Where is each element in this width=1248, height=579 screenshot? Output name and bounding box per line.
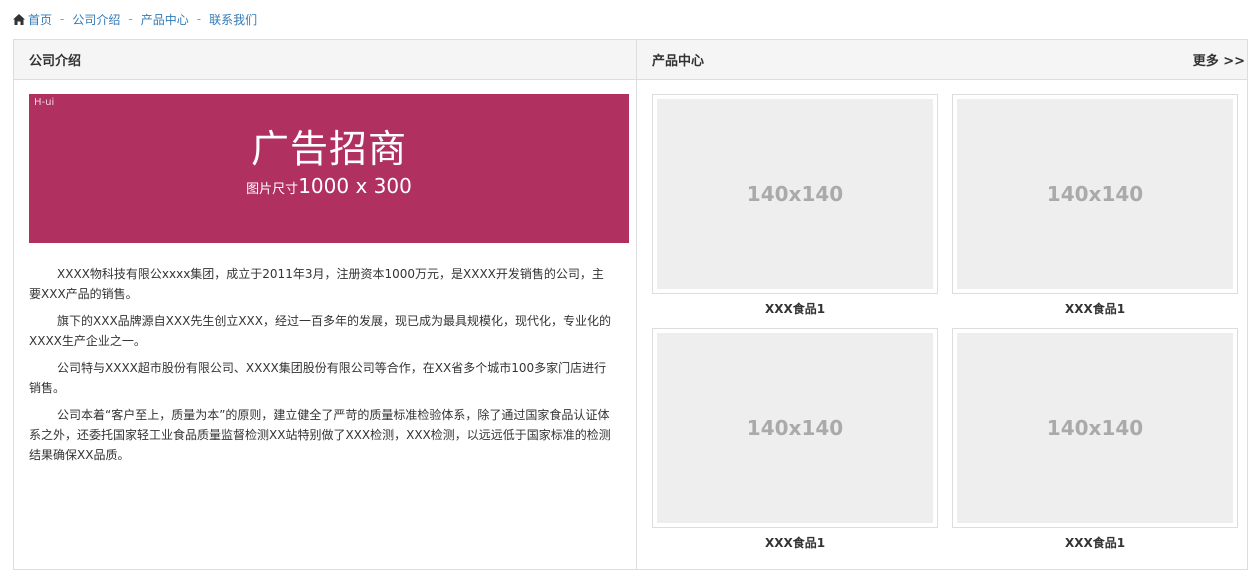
- product-name[interactable]: XXX食品1: [952, 300, 1238, 317]
- product-image[interactable]: 140x140: [652, 328, 938, 528]
- product-name[interactable]: XXX食品1: [952, 534, 1238, 551]
- product-name[interactable]: XXX食品1: [652, 300, 938, 317]
- about-paragraph: 旗下的XXX品牌源自XXX先生创立XXX，经过一百多年的发展，现已成为最具规模化…: [29, 314, 611, 348]
- image-placeholder: 140x140: [957, 333, 1233, 523]
- breadcrumb-contact-link[interactable]: 联系我们: [209, 11, 257, 28]
- home-icon: [13, 13, 25, 25]
- breadcrumb-about-link[interactable]: 公司介绍: [72, 11, 120, 28]
- image-placeholder: 140x140: [957, 99, 1233, 289]
- banner-size: 图片尺寸1000 x 300: [29, 174, 629, 202]
- products-panel-header: 产品中心 更多 >>: [637, 40, 1247, 80]
- product-card[interactable]: 140x140 XXX食品1: [952, 94, 1238, 317]
- breadcrumb-separator: -: [60, 12, 65, 26]
- product-card[interactable]: 140x140 XXX食品1: [952, 328, 1238, 551]
- product-card[interactable]: 140x140 XXX食品1: [652, 94, 938, 317]
- products-panel-title: 产品中心: [652, 54, 705, 69]
- about-paragraph: 公司特与XXXX超市股份有限公司、XXXX集团股份有限公司等合作，在XX省多个城…: [29, 361, 607, 395]
- banner-size-label: 图片尺寸: [246, 182, 299, 197]
- about-panel-header: 公司介绍: [14, 40, 636, 80]
- about-panel: 公司介绍 H-ui 广告招商 图片尺寸1000 x 300 XXXX物科技有限公…: [13, 39, 637, 570]
- more-products-link[interactable]: 更多 >>: [1193, 50, 1245, 69]
- product-card[interactable]: 140x140 XXX食品1: [652, 328, 938, 551]
- products-panel: 产品中心 更多 >> 140x140 XXX食品1 140x140 XXX食品1…: [637, 39, 1248, 570]
- ad-banner[interactable]: H-ui 广告招商 图片尺寸1000 x 300: [29, 94, 629, 243]
- breadcrumb-separator: -: [196, 12, 202, 26]
- breadcrumb: 首页 - 公司介绍 - 产品中心 - 联系我们: [13, 11, 257, 27]
- product-image[interactable]: 140x140: [952, 328, 1238, 528]
- breadcrumb-products-link[interactable]: 产品中心: [141, 11, 189, 28]
- about-panel-title: 公司介绍: [29, 54, 82, 69]
- banner-size-value: 1000 x 300: [298, 174, 412, 198]
- image-placeholder: 140x140: [657, 99, 933, 289]
- product-image[interactable]: 140x140: [652, 94, 938, 294]
- breadcrumb-separator: -: [128, 12, 133, 26]
- banner-headline: 广告招商: [250, 127, 407, 171]
- about-text: XXXX物科技有限公xxxx集团，成立于2011年3月，注册资本1000万元，是…: [29, 264, 614, 472]
- about-paragraph: XXXX物科技有限公xxxx集团，成立于2011年3月，注册资本1000万元，是…: [29, 267, 604, 301]
- image-placeholder: 140x140: [657, 333, 933, 523]
- breadcrumb-home-link[interactable]: 首页: [28, 11, 52, 28]
- banner-tag: H-ui: [34, 97, 55, 108]
- product-image[interactable]: 140x140: [952, 94, 1238, 294]
- about-paragraph: 公司本着“客户至上，质量为本”的原则，建立健全了严苛的质量标准检验体系，除了通过…: [29, 408, 611, 462]
- product-name[interactable]: XXX食品1: [652, 534, 938, 551]
